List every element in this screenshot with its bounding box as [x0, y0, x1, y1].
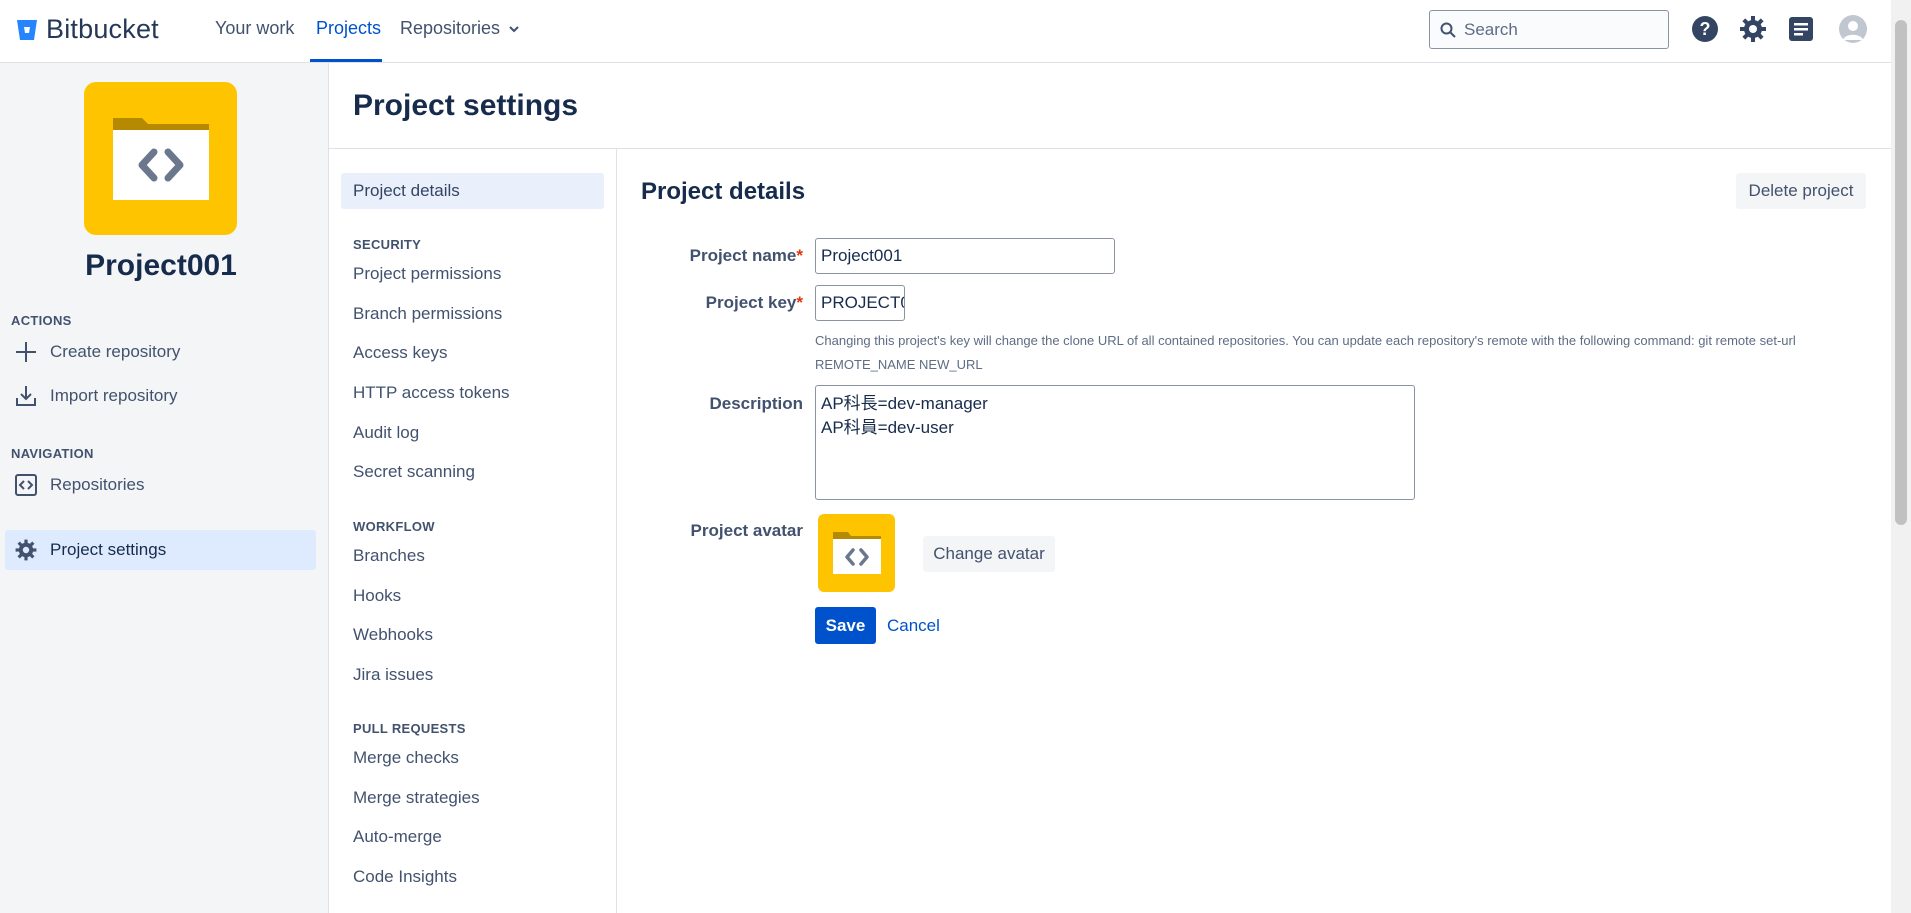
page-header: Project settings: [329, 63, 1891, 149]
project-name-field[interactable]: Project001: [815, 238, 1115, 274]
project-avatar[interactable]: [84, 82, 237, 235]
search-icon: [1440, 22, 1456, 38]
settings-item-hooks[interactable]: Hooks: [341, 578, 604, 614]
project-key-help-text: Changing this project's key will change …: [815, 333, 1796, 372]
project-avatar-preview: [818, 514, 895, 592]
brand-name: Bitbucket: [46, 14, 159, 44]
section-title: Project details: [641, 178, 806, 205]
nav-repositories-label: Repositories: [400, 18, 501, 38]
settings-gear-icon[interactable]: [1738, 14, 1768, 44]
import-icon: [16, 386, 36, 406]
plus-icon: [16, 342, 36, 362]
project-name-label: Project name*: [643, 246, 803, 266]
bitbucket-logo[interactable]: Bitbucket: [16, 14, 159, 45]
help-icon[interactable]: ?: [1690, 14, 1720, 44]
settings-gear-icon: [15, 539, 37, 561]
project-key-field[interactable]: PROJECT001: [815, 285, 905, 321]
project-sidebar: Project001 ACTIONS Create repository Imp…: [0, 63, 329, 913]
pull-requests-heading: PULL REQUESTS: [353, 721, 466, 736]
search-input[interactable]: Search: [1429, 10, 1669, 49]
settings-item-http-access-tokens[interactable]: HTTP access tokens: [341, 375, 604, 411]
project-key-label-text: Project key: [705, 293, 797, 312]
change-avatar-button[interactable]: Change avatar: [923, 536, 1055, 572]
navigation-heading: NAVIGATION: [11, 446, 94, 461]
nav-projects[interactable]: Projects: [316, 18, 381, 39]
sidebar-item-project-settings-label: Project settings: [50, 540, 167, 559]
workflow-heading: WORKFLOW: [353, 519, 435, 534]
description-line-2: AP科員=dev-user: [821, 418, 954, 437]
settings-item-access-keys[interactable]: Access keys: [341, 335, 604, 371]
settings-navigation: Project details SECURITY Project permiss…: [329, 149, 617, 913]
required-marker: *: [796, 246, 803, 265]
project-folder-icon: [113, 118, 209, 200]
description-line-1: AP科長=dev-manager: [821, 394, 988, 413]
import-repository-button[interactable]: Import repository: [5, 376, 316, 416]
settings-item-auto-merge[interactable]: Auto-merge: [341, 819, 604, 855]
settings-item-code-insights[interactable]: Code Insights: [341, 859, 604, 895]
settings-item-project-permissions[interactable]: Project permissions: [341, 256, 604, 292]
active-nav-indicator: [310, 59, 382, 62]
bitbucket-logo-icon: [17, 19, 37, 40]
sidebar-item-project-settings[interactable]: Project settings: [5, 530, 316, 570]
settings-item-project-details[interactable]: Project details: [341, 173, 604, 209]
nav-repositories[interactable]: Repositories: [400, 18, 520, 39]
top-navigation: Bitbucket Your work Projects Repositorie…: [0, 0, 1891, 63]
project-name-label-text: Project name: [689, 246, 797, 265]
settings-item-branches[interactable]: Branches: [341, 538, 604, 574]
settings-item-merge-checks[interactable]: Merge checks: [341, 740, 604, 776]
save-button[interactable]: Save: [815, 607, 876, 644]
sidebar-item-repositories[interactable]: Repositories: [5, 465, 316, 505]
settings-item-webhooks[interactable]: Webhooks: [341, 617, 604, 653]
settings-item-merge-strategies[interactable]: Merge strategies: [341, 780, 604, 816]
delete-project-button[interactable]: Delete project: [1736, 173, 1866, 209]
project-avatar-label: Project avatar: [690, 521, 803, 540]
settings-item-jira-issues[interactable]: Jira issues: [341, 657, 604, 693]
page-title: Project settings: [353, 89, 579, 122]
search-placeholder: Search: [1464, 19, 1518, 39]
project-name-heading: Project001: [85, 249, 237, 282]
whats-new-icon[interactable]: [1786, 14, 1816, 44]
nav-your-work[interactable]: Your work: [215, 18, 294, 39]
settings-item-audit-log[interactable]: Audit log: [341, 415, 604, 451]
settings-item-secret-scanning[interactable]: Secret scanning: [341, 454, 604, 490]
cancel-link[interactable]: Cancel: [887, 616, 940, 636]
create-repository-button[interactable]: Create repository: [5, 332, 316, 372]
description-label: Description: [709, 394, 803, 413]
repository-icon: [15, 474, 37, 496]
security-heading: SECURITY: [353, 237, 422, 252]
project-key-label: Project key*: [643, 293, 803, 313]
sidebar-item-repositories-label: Repositories: [50, 475, 145, 494]
create-repository-label: Create repository: [50, 342, 181, 361]
description-field[interactable]: AP科長=dev-manager AP科員=dev-user: [815, 385, 1415, 500]
project-folder-icon: [833, 532, 881, 574]
page-scrollbar-thumb[interactable]: [1895, 20, 1907, 525]
actions-heading: ACTIONS: [11, 313, 72, 328]
chevron-down-icon: [509, 25, 519, 32]
settings-item-branch-permissions[interactable]: Branch permissions: [341, 296, 604, 332]
user-avatar-icon[interactable]: [1838, 14, 1868, 44]
import-repository-label: Import repository: [50, 386, 178, 405]
svg-text:?: ?: [1700, 19, 1711, 39]
required-marker: *: [796, 293, 803, 312]
